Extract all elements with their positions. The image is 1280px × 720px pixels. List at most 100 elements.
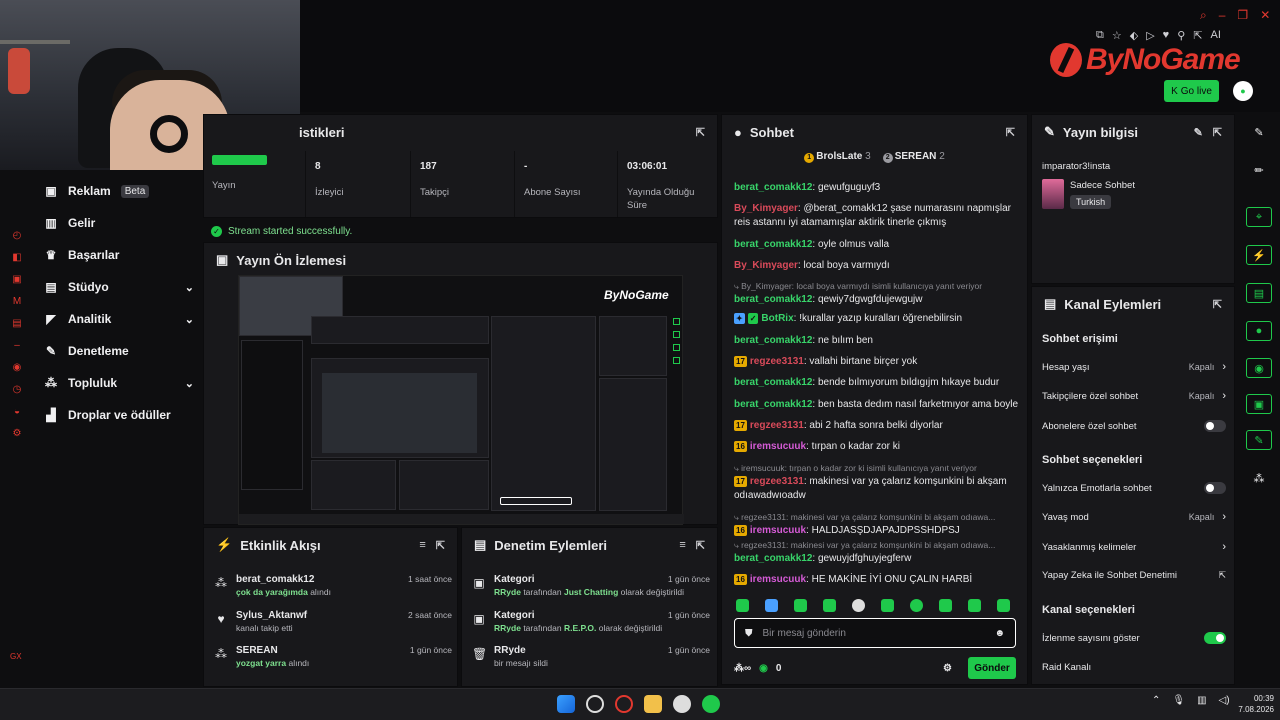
taskbar-clock[interactable]: 00:39 7.08.2026 (1224, 693, 1274, 715)
wrench-icon[interactable]: ✎ (1246, 122, 1272, 142)
popout-icon[interactable]: ⇱ (1006, 126, 1015, 139)
file-explorer-icon[interactable] (644, 695, 662, 713)
network-icon[interactable]: ▥ (1197, 695, 1206, 706)
pencil-icon[interactable]: ✏ (1246, 160, 1272, 180)
sidebar-item-denetleme[interactable]: ✎ Denetleme (44, 340, 194, 362)
sidebar-item-analitik[interactable]: ◤ Analitik ⌄ (44, 308, 194, 330)
filter-icon[interactable]: ≡ (679, 539, 685, 552)
popout-icon[interactable]: ⇱ (696, 539, 705, 552)
popout-icon[interactable]: ⇱ (436, 539, 445, 552)
chat-message[interactable]: berat_comakk12: ne bılım ben (734, 334, 1024, 348)
settings-icon[interactable]: ✎ (1246, 430, 1272, 450)
microphone-icon[interactable]: 🎙︎ (1172, 695, 1185, 706)
search-icon[interactable] (586, 695, 604, 713)
history-icon[interactable]: ◴ (13, 230, 22, 244)
camera-icon[interactable]: ⌖ (1246, 207, 1272, 227)
popout-icon[interactable]: ⇱ (1213, 126, 1222, 139)
setting-yavas-mod[interactable]: Yavaş mod Kapalı › (1042, 511, 1226, 523)
chat-message[interactable]: 17 regzee3131: vallahi birtane birçer yok (734, 355, 1024, 369)
avatar[interactable]: ● (1233, 81, 1253, 101)
emote-icon[interactable] (881, 599, 894, 612)
chat-message[interactable]: ⤷ By_Kimyager: local boya varmıydı isiml… (734, 279, 1024, 307)
sidebar-item-gelir[interactable]: ▥ Gelir (44, 212, 194, 234)
restore-icon[interactable]: ❐ (1237, 8, 1248, 23)
bag-icon[interactable]: ◧ (12, 252, 21, 266)
sidebar-item-studyo[interactable]: ▤ Stüdyo ⌄ (44, 276, 194, 298)
chat-message[interactable]: ✦ ✓ BotRix: !kurallar yazıp kuralları öğre… (734, 312, 1024, 326)
emote-icon[interactable] (765, 599, 778, 612)
emote-icon[interactable] (852, 599, 865, 612)
stream-preview-video[interactable]: ByNoGame (238, 275, 684, 525)
steam-icon[interactable] (673, 695, 691, 713)
setting-ai-denetim[interactable]: Yapay Zeka ile Sohbet Denetimi ⇱ (1042, 570, 1226, 581)
emote-bar (736, 599, 1026, 612)
emote-icon[interactable] (823, 599, 836, 612)
edit-icon[interactable]: ✎ (1194, 126, 1203, 139)
minimize-icon[interactable]: – (1219, 8, 1226, 23)
send-button[interactable]: Gönder (968, 657, 1016, 679)
chat-message[interactable]: berat_comakk12: oyle olmus valla (734, 238, 1024, 252)
toggle-switch[interactable] (1204, 482, 1226, 494)
points-icon[interactable]: ⁂∞ (734, 663, 751, 674)
toggle-switch[interactable] (1204, 632, 1226, 644)
trophy-icon: ♛ (45, 248, 57, 262)
top-chatter-2[interactable]: 2 SEREAN 2 (882, 151, 945, 167)
windows-start-icon[interactable] (557, 695, 575, 713)
chat-message[interactable]: berat_comakk12: bende bılmıyorum bıldıgı… (734, 376, 1024, 390)
document-icon[interactable]: ▤ (1246, 283, 1272, 303)
chat-message[interactable]: ⤷ regzee3131: makinesi var ya çalarız ko… (734, 538, 1024, 566)
points-icon[interactable]: ⁂ (1246, 468, 1272, 488)
twitch-icon[interactable]: ▤ (12, 318, 21, 332)
chat-icon[interactable]: ◒ (14, 406, 20, 420)
top-chatter-1[interactable]: 1 BrolsLate 3 (804, 151, 871, 167)
go-live-button[interactable]: K Go live (1164, 80, 1219, 102)
stat-takipci: 187 Takipçi (420, 161, 450, 198)
setting-raid-kanali[interactable]: Raid Kanalı (1042, 662, 1226, 673)
opera-gx-icon[interactable] (615, 695, 633, 713)
chat-message[interactable]: berat_comakk12: gewufguguyf3 (734, 181, 1024, 195)
chat-message[interactable]: ⤷ regzee3131: makinesi var ya çalarız ko… (734, 510, 1024, 538)
filter-icon[interactable]: ≡ (419, 539, 425, 552)
mail-icon[interactable]: M (13, 296, 21, 310)
setting-takipci-sohbet[interactable]: Takipçilere özel sohbet Kapalı › (1042, 390, 1226, 402)
emote-icon[interactable] (997, 599, 1010, 612)
music-icon[interactable]: ◉ (13, 362, 22, 376)
chat-input[interactable]: ⛊ Bir mesaj gönderin ☻ (734, 618, 1016, 648)
category-name[interactable]: Sadece Sohbet (1070, 180, 1135, 191)
chat-icon[interactable]: ● (1246, 321, 1272, 341)
chat-message[interactable]: 16 iremsucuuk: HE MAKİNE İYİ ONU ÇALIN HA… (734, 573, 1024, 587)
toggle-switch[interactable] (1204, 420, 1226, 432)
channel-icon[interactable]: ▣ (1246, 394, 1272, 414)
settings-icon[interactable]: ⚙ (943, 663, 952, 674)
emote-icon[interactable] (910, 599, 923, 612)
search-icon[interactable]: ⌕ (1200, 8, 1207, 23)
emote-icon[interactable] (736, 599, 749, 612)
clock-icon[interactable]: ◷ (13, 384, 22, 398)
emote-icon[interactable] (939, 599, 952, 612)
close-icon[interactable]: ✕ (1260, 8, 1270, 23)
lightning-icon[interactable]: ⚡ (1246, 245, 1272, 265)
emoji-icon[interactable]: ☻ (994, 628, 1005, 639)
setting-yasakli-kelimeler[interactable]: Yasaklanmış kelimeler › (1042, 541, 1226, 553)
game-icon[interactable]: ▣ (12, 274, 21, 288)
stat-yayin: Yayın (212, 155, 267, 192)
setting-hesap-yasi[interactable]: Hesap yaşı Kapalı › (1042, 361, 1226, 373)
chat-message[interactable]: 17 regzee3131: abi 2 hafta sonra belki di… (734, 419, 1024, 433)
settings-icon[interactable]: ⚙ (13, 428, 22, 442)
sidebar-item-basarilar[interactable]: ♛ Başarılar (44, 244, 194, 266)
chat-message[interactable]: By_Kimyager: @berat_comakk12 şase numara… (734, 202, 1024, 230)
broadcast-icon[interactable]: ◉ (1246, 358, 1272, 378)
chat-message[interactable]: berat_comakk12: ben basta dedım nasıl fa… (734, 398, 1024, 412)
chevron-up-icon[interactable]: ⌃ (1152, 695, 1160, 706)
popout-icon[interactable]: ⇱ (696, 126, 705, 139)
popout-icon[interactable]: ⇱ (1213, 298, 1222, 311)
chat-message[interactable]: By_Kimyager: local boya varmıydı (734, 259, 1024, 273)
sidebar-item-reklam[interactable]: ▣ Reklam Beta (44, 180, 194, 202)
sidebar-item-topluluk[interactable]: ⁂ Topluluk ⌄ (44, 372, 194, 394)
spotify-icon[interactable] (702, 695, 720, 713)
chat-message[interactable]: 16 iremsucuuk: tırpan o kadar zor ki (734, 440, 1024, 454)
chat-message[interactable]: ⤷ iremsucuuk: tırpan o kadar zor ki isim… (734, 461, 1024, 503)
emote-icon[interactable] (968, 599, 981, 612)
emote-icon[interactable] (794, 599, 807, 612)
sidebar-item-droplar[interactable]: ▟ Droplar ve ödüller (44, 404, 194, 426)
